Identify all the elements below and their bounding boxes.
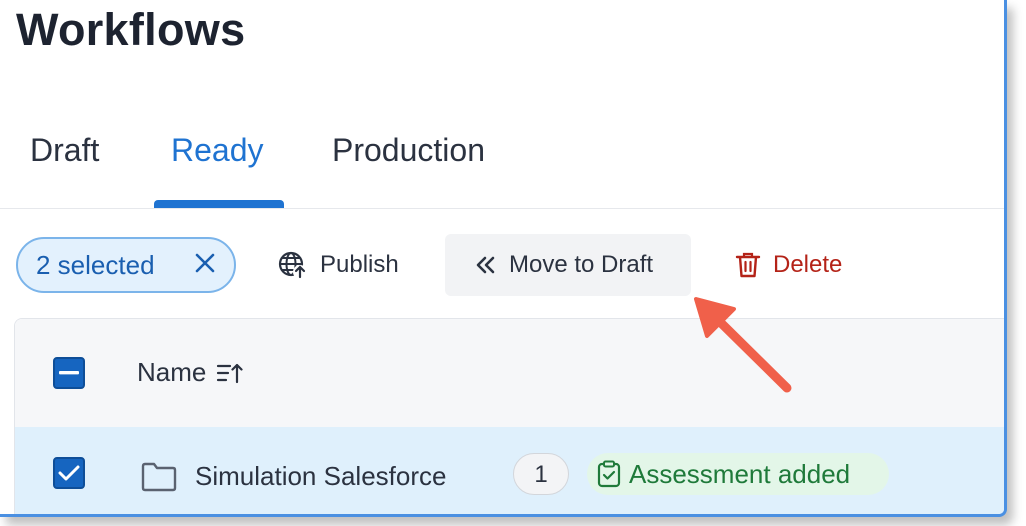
move-to-draft-button[interactable]: Move to Draft: [445, 234, 691, 296]
delete-label: Delete: [773, 251, 843, 278]
delete-button[interactable]: Delete: [735, 234, 842, 296]
tab-ready[interactable]: Ready: [171, 132, 264, 169]
name-header-label: Name: [137, 357, 207, 387]
folder-icon: [141, 462, 177, 492]
table-header: Name: [15, 319, 1004, 428]
name-column-header[interactable]: Name: [137, 357, 244, 388]
select-all-checkbox[interactable]: [53, 357, 85, 389]
trash-icon: [735, 251, 761, 279]
assessment-status-badge: Assessment added: [587, 453, 889, 495]
count-badge: 1: [513, 453, 569, 495]
assessment-badge-label: Assessment added: [629, 458, 851, 489]
workflow-name: Simulation Salesforce: [195, 461, 447, 491]
bulk-action-toolbar: 2 selected Publish Move to Draft Delete: [0, 230, 1004, 300]
move-to-draft-label: Move to Draft: [509, 251, 654, 278]
close-icon[interactable]: [190, 248, 220, 282]
minus-icon: [59, 371, 79, 375]
app-window: Workflows Draft Ready Production 2 selec…: [0, 0, 1007, 517]
sort-ascending-icon: [216, 362, 244, 384]
check-icon: [58, 465, 80, 481]
globe-upload-icon: [278, 250, 308, 280]
row-name-cell[interactable]: Simulation Salesforce: [141, 461, 446, 492]
tab-production[interactable]: Production: [332, 132, 485, 169]
publish-button[interactable]: Publish: [278, 234, 399, 296]
table-row[interactable]: Simulation Salesforce 1 Assessment added: [15, 427, 1004, 514]
active-tab-indicator: [154, 200, 284, 208]
selection-chip: 2 selected: [16, 237, 236, 293]
row-checkbox[interactable]: [53, 457, 85, 489]
tab-draft[interactable]: Draft: [30, 132, 99, 169]
workflows-table: Name Simulation Salesforce 1 Assessment …: [14, 318, 1004, 514]
clipboard-check-icon: [597, 460, 621, 488]
page-title: Workflows: [16, 4, 246, 55]
tab-bar: Draft Ready Production: [0, 112, 1004, 209]
double-chevron-left-icon: [473, 253, 497, 277]
selection-count-label: 2 selected: [36, 249, 155, 280]
publish-label: Publish: [320, 251, 399, 278]
